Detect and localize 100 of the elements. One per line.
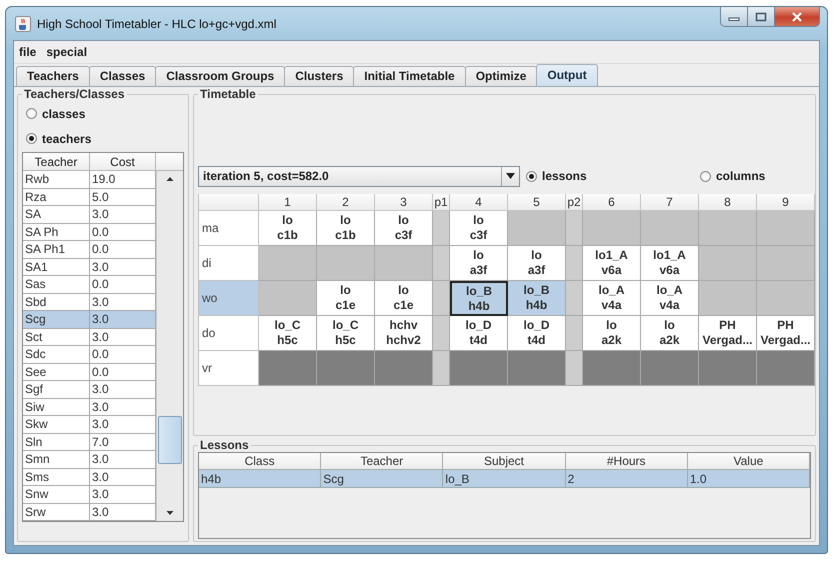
radio-button[interactable] [26,133,37,144]
day-label[interactable]: ma [199,211,259,246]
lesson-cell[interactable]: lo c1e [375,281,433,316]
lesson-cell[interactable]: hchv hchv2 [375,316,433,351]
minimize-button[interactable] [721,7,748,26]
column-header[interactable]: Cost [90,153,156,171]
period-header: 6 [583,194,641,211]
radio-label[interactable]: columns [716,169,766,183]
column-header[interactable]: Value [688,453,810,470]
table-row[interactable]: Sgf 3.0 [23,381,156,398]
day-label[interactable]: wo [199,281,259,316]
lesson-cell[interactable]: lo_B h4b [450,281,508,316]
lesson-cell[interactable]: lo c1b [259,211,317,246]
pause-cell [566,246,583,281]
column-header[interactable]: Teacher [23,153,90,171]
table-row[interactable]: Rwb 19.0 [23,171,156,188]
pause-cell [566,316,583,351]
lesson-cell[interactable]: lo_D t4d [450,316,508,351]
period-header: 5 [508,194,566,211]
maximize-icon [755,12,767,22]
free-cell [583,211,641,246]
period-header: p1 [433,194,450,211]
lesson-cell[interactable]: lo_C h5c [317,316,375,351]
day-label[interactable]: do [199,316,259,351]
lesson-cell[interactable]: lo1_A v6a [641,246,699,281]
table-cell: SA Ph [23,224,90,241]
lesson-cell[interactable]: lo c1b [317,211,375,246]
lesson-cell[interactable]: lo1_A v6a [583,246,641,281]
column-header[interactable]: Subject [443,453,566,470]
free-cell [508,211,566,246]
lesson-cell[interactable]: lo a3f [450,246,508,281]
period-header: 1 [259,194,317,211]
lesson-cell[interactable]: lo a3f [508,246,566,281]
menu-item[interactable]: special [46,45,88,59]
closed-cell [317,351,375,386]
lesson-cell[interactable]: lo c3f [450,211,508,246]
lesson-cell[interactable]: lo_A v4a [641,281,699,316]
header-corner [156,153,183,171]
column-header[interactable]: Teacher [321,453,444,470]
close-icon [791,12,803,22]
tab[interactable]: Teachers [16,66,90,86]
lesson-cell[interactable]: lo_A v4a [583,281,641,316]
radio-button[interactable] [700,170,711,182]
tab[interactable]: Output [536,64,598,86]
panel-title: Teachers/Classes [23,87,126,101]
table-row[interactable]: Smn 3.0 [23,451,156,468]
tab[interactable]: Initial Timetable [353,66,466,86]
table-cell: Rwb [23,171,90,188]
table-cell: Siw [23,398,90,416]
table-row[interactable]: SA 3.0 [23,206,156,224]
table-row[interactable]: Srw 3.0 [23,504,156,521]
lesson-cell[interactable]: lo c1e [317,281,375,316]
lesson-cell[interactable]: lo a2k [641,316,699,351]
table-cell: h4b [199,470,322,488]
lesson-cell[interactable]: lo c3f [375,211,433,246]
free-cell [699,281,757,316]
lesson-cell[interactable]: lo a2k [583,316,641,351]
table-row[interactable]: Sdc 0.0 [23,346,156,364]
column-header[interactable]: Class [199,453,322,470]
radio-button[interactable] [526,170,537,182]
panel-title: Lessons [199,438,250,452]
iteration-dropdown[interactable]: iteration 5, cost=582.0 [198,166,520,186]
tab[interactable]: Clusters [284,66,354,86]
table-row[interactable]: Scg 3.0 [23,311,156,328]
table-cell: 2 [566,470,688,488]
day-label[interactable]: di [199,246,259,281]
table-cell: Sgf [23,381,90,398]
free-cell [375,246,433,281]
lesson-cell[interactable]: PH Vergad... [757,316,815,351]
lesson-cell[interactable]: PH Vergad... [699,316,757,351]
closed-cell [583,351,641,386]
radio-label[interactable]: teachers [42,132,92,146]
close-button[interactable] [775,7,819,26]
table-row[interactable]: Skw 3.0 [23,416,156,434]
table-row[interactable]: SA Ph1 0.0 [23,241,156,258]
radio-label[interactable]: classes [42,106,86,120]
table-row[interactable]: Snw 3.0 [23,486,156,504]
radio-button[interactable] [26,108,37,119]
period-header: 7 [641,194,699,211]
radio-label[interactable]: lessons [542,169,587,183]
tab[interactable]: Classroom Groups [155,66,286,86]
scroll-thumb[interactable] [158,416,182,464]
closed-cell [641,351,699,386]
tab[interactable]: Classes [88,66,156,86]
pause-cell [433,316,450,351]
table-cell: Skw [23,416,90,434]
day-label[interactable]: vr [199,351,259,386]
lesson-cell[interactable]: lo_C h5c [259,316,317,351]
scrollbar[interactable] [156,171,183,521]
pause-cell [433,351,450,386]
maximize-button[interactable] [748,7,775,26]
lesson-cell[interactable]: lo_D t4d [508,316,566,351]
lesson-cell[interactable]: lo_B h4b [508,281,566,316]
column-header[interactable]: #Hours [566,453,688,470]
tab[interactable]: Optimize [464,66,538,86]
menu-item[interactable]: file [19,45,36,59]
table-row[interactable]: Sas 0.0 [23,276,156,294]
table-row[interactable]: h4b Scg lo_B 2 1.0 [199,470,810,488]
pause-cell [433,211,450,246]
table-cell: SA Ph1 [23,241,90,258]
